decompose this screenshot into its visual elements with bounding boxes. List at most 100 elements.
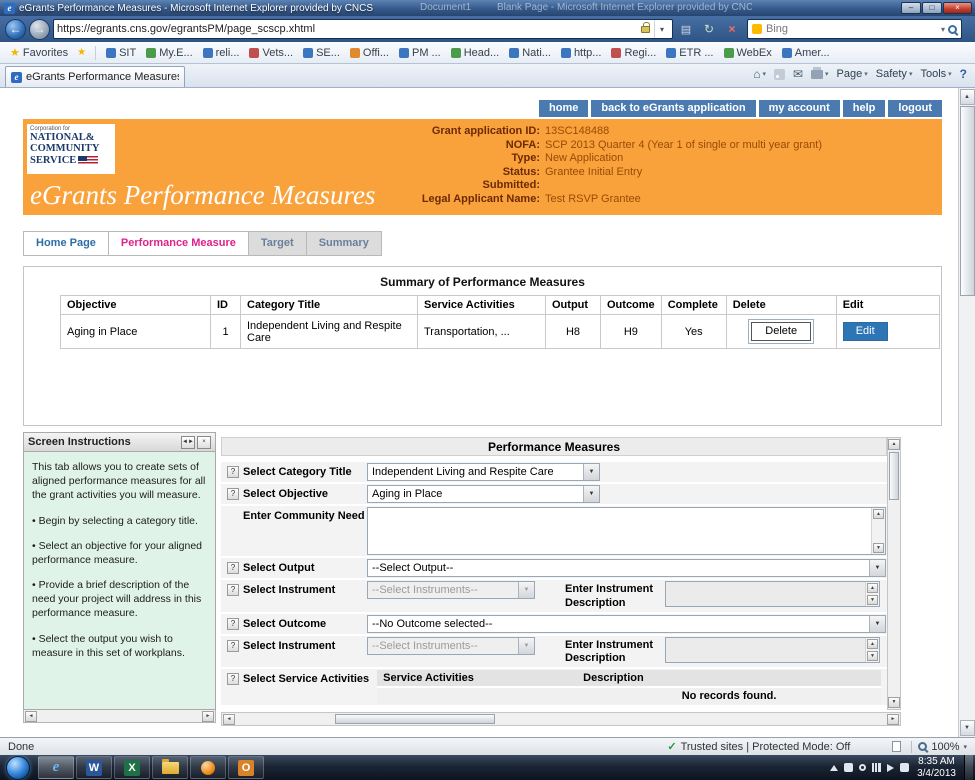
scroll-down-button[interactable]: ▼ (873, 543, 884, 553)
scrollbar-thumb[interactable] (889, 452, 899, 500)
taskbar-excel-button[interactable]: X (114, 756, 150, 779)
favorites-button[interactable]: ★ Favorites (6, 44, 72, 62)
form-vertical-scrollbar[interactable]: ▲ ▼ (887, 437, 901, 710)
favorite-item[interactable]: Vets... (245, 44, 297, 62)
help-icon[interactable]: ? (227, 673, 239, 685)
favorite-item[interactable]: Regi... (607, 44, 660, 62)
taskbar-ie-button[interactable]: e (38, 756, 74, 779)
search-magnifier-icon[interactable] (948, 25, 957, 34)
scroll-right-button[interactable]: ► (887, 714, 899, 725)
scrollbar-thumb[interactable] (335, 714, 495, 724)
safety-menu-button[interactable]: Safety▾ (876, 68, 913, 80)
instructions-scrollbar[interactable]: ◄ ► (23, 710, 216, 723)
search-box[interactable]: Bing ▾ (747, 19, 962, 39)
refresh-button[interactable]: ↻ (699, 19, 719, 39)
scroll-down-button[interactable]: ▼ (960, 720, 975, 736)
output-select[interactable]: --Select Output-- ▼ (367, 559, 886, 577)
scroll-down-button[interactable]: ▼ (888, 697, 900, 708)
form-horizontal-scrollbar[interactable]: ◄ ► (221, 712, 901, 726)
taskbar-outlook-button[interactable]: O (228, 756, 264, 779)
tray-icon[interactable] (859, 764, 866, 771)
favorite-item[interactable]: reli... (199, 44, 244, 62)
volume-icon[interactable] (887, 764, 894, 772)
nav-back-to-egrants-button[interactable]: back to eGrants application (591, 100, 755, 117)
tab-summary[interactable]: Summary (306, 231, 382, 256)
favorite-item[interactable]: WebEx (720, 44, 776, 62)
help-icon[interactable]: ? (227, 640, 239, 652)
nav-logout-button[interactable]: logout (888, 100, 942, 117)
scroll-up-button[interactable]: ▲ (888, 439, 900, 450)
help-icon[interactable]: ? (227, 618, 239, 630)
action-center-icon[interactable] (900, 763, 909, 772)
help-button[interactable]: ? (960, 67, 967, 81)
compatibility-view-icon[interactable]: ▤ (676, 19, 696, 39)
favorite-item[interactable]: ETR ... (662, 44, 717, 62)
nav-my-account-button[interactable]: my account (759, 100, 840, 117)
scroll-left-button[interactable]: ◄ (25, 711, 37, 722)
close-button[interactable]: × (943, 2, 972, 14)
close-panel-button[interactable]: × (197, 436, 211, 449)
read-mail-button[interactable]: ✉ (793, 67, 803, 81)
maximize-button[interactable]: □ (922, 2, 942, 14)
favorite-item[interactable]: Amer... (778, 44, 834, 62)
scrollbar-thumb[interactable] (960, 106, 975, 296)
objective-select[interactable]: Aging in Place ▼ (367, 485, 600, 503)
tab-target[interactable]: Target (248, 231, 306, 256)
help-icon[interactable]: ? (227, 488, 239, 500)
favorite-item[interactable]: My.E... (142, 44, 196, 62)
tab-home-page[interactable]: Home Page (23, 231, 108, 256)
show-hidden-icons[interactable] (830, 765, 838, 771)
start-button[interactable] (6, 756, 30, 780)
help-icon[interactable]: ? (227, 562, 239, 574)
add-favorite-button[interactable]: ★ (74, 47, 89, 58)
favorite-item[interactable]: Nati... (505, 44, 555, 62)
field-value: 13SC148488 (545, 125, 609, 139)
favorite-item[interactable]: SIT (102, 44, 140, 62)
feeds-button[interactable] (774, 69, 785, 80)
help-icon[interactable]: ? (227, 584, 239, 596)
tab-performance-measure[interactable]: Performance Measure (108, 231, 248, 256)
print-button[interactable]: ▾ (811, 70, 829, 79)
stop-button[interactable]: × (722, 19, 742, 39)
favorite-item[interactable]: http... (557, 44, 606, 62)
category-title-select[interactable]: Independent Living and Respite Care ▼ (367, 463, 600, 481)
taskbar-folder-button[interactable] (152, 756, 188, 779)
clock[interactable]: 8:35 AM 3/4/2013 (917, 756, 956, 780)
nav-home-button[interactable]: home (539, 100, 588, 117)
community-need-textarea[interactable]: ▲ ▼ (367, 507, 886, 555)
taskbar-media-button[interactable] (190, 756, 226, 779)
scroll-up-button[interactable]: ▲ (873, 509, 884, 519)
tray-icon[interactable] (844, 763, 853, 772)
favorite-item[interactable]: PM ... (395, 44, 445, 62)
url-dropdown-icon[interactable]: ▾ (654, 20, 669, 38)
favorite-item[interactable]: Offi... (346, 44, 393, 62)
scroll-left-button[interactable]: ◄ (223, 714, 235, 725)
home-button[interactable]: ⌂▾ (753, 67, 766, 81)
search-dropdown-icon[interactable]: ▾ (941, 25, 945, 34)
network-icon[interactable] (872, 763, 881, 772)
tools-menu-button[interactable]: Tools▾ (920, 68, 951, 80)
favorite-item[interactable]: SE... (299, 44, 344, 62)
outcome-select[interactable]: --No Outcome selected-- ▼ (367, 615, 886, 633)
forward-button[interactable]: → (29, 19, 50, 40)
collapse-panel-button[interactable]: ◄► (181, 436, 195, 449)
form-row-output: ? Select Output --Select Output-- ▼ (221, 558, 887, 578)
url-field[interactable]: https://egrants.cns.gov/egrantsPM/page_s… (53, 19, 673, 39)
help-icon[interactable]: ? (227, 466, 239, 478)
browser-tab[interactable]: e eGrants Performance Measures (5, 66, 185, 87)
scroll-up-button[interactable]: ▲ (960, 89, 975, 105)
textarea-scrollbar[interactable]: ▲ ▼ (871, 508, 885, 554)
nav-help-button[interactable]: help (843, 100, 886, 117)
show-desktop-button[interactable] (964, 755, 973, 780)
zoom-control[interactable]: 100% ▾ (918, 741, 967, 753)
minimize-button[interactable]: – (901, 2, 921, 14)
cell-objective: Aging in Place (61, 315, 211, 349)
page-vertical-scrollbar[interactable]: ▲ ▼ (958, 88, 975, 737)
edit-button[interactable]: Edit (843, 322, 888, 341)
favorite-item[interactable]: Head... (447, 44, 503, 62)
back-button[interactable]: ← (5, 19, 26, 40)
delete-button[interactable]: Delete (751, 322, 811, 341)
taskbar-word-button[interactable]: W (76, 756, 112, 779)
scroll-right-button[interactable]: ► (202, 711, 214, 722)
page-menu-button[interactable]: Page▾ (837, 68, 868, 80)
